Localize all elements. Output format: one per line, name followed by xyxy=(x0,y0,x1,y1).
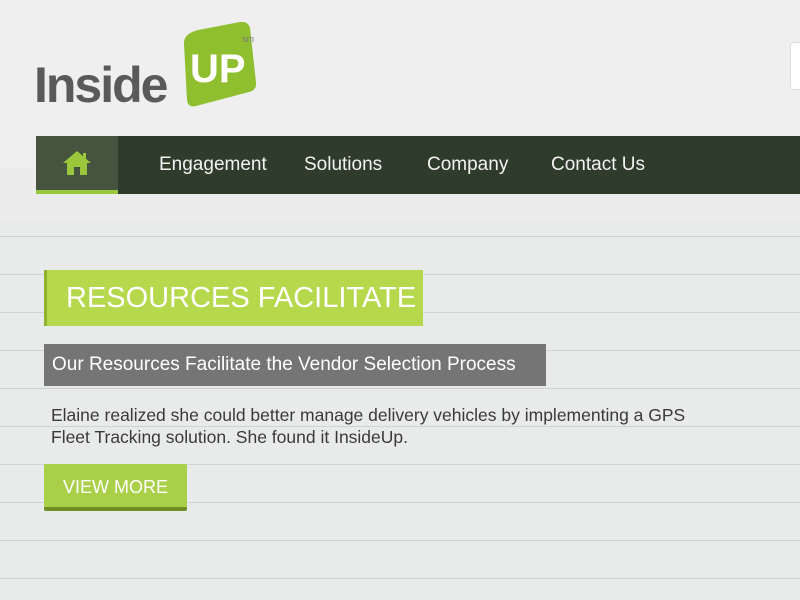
header-search-box[interactable] xyxy=(790,42,800,90)
hero-banner: RESOURCES FACILITATE Our Resources Facil… xyxy=(0,218,800,600)
brick-line xyxy=(0,236,800,237)
logo-wordmark: Inside xyxy=(34,57,168,113)
hero-badge: RESOURCES FACILITATE xyxy=(44,270,423,326)
nav-item-company[interactable]: Company xyxy=(427,153,508,177)
brick-line xyxy=(0,388,800,389)
view-more-label: VIEW MORE xyxy=(62,477,168,497)
nav-home-button[interactable] xyxy=(36,136,118,194)
hero-body-line: Elaine realized she could better manage … xyxy=(51,405,686,425)
brick-line xyxy=(0,540,800,541)
hero-subtitle-text: Our Resources Facilitate the Vendor Sele… xyxy=(52,354,516,375)
service-mark: sm xyxy=(242,34,254,44)
brick-line xyxy=(0,578,800,579)
hero-subtitle: Our Resources Facilitate the Vendor Sele… xyxy=(44,344,546,386)
hero-badge-text: RESOURCES FACILITATE xyxy=(66,282,417,314)
hero-body-text: Elaine realized she could better manage … xyxy=(51,404,751,448)
nav-item-solutions[interactable]: Solutions xyxy=(304,153,382,177)
nav-item-engagement[interactable]: Engagement xyxy=(159,153,267,177)
hero-body-line: Fleet Tracking solution. She found it In… xyxy=(51,427,409,447)
nav-item-contact-us[interactable]: Contact Us xyxy=(551,153,645,177)
insideup-logo[interactable]: Inside UP sm xyxy=(30,20,260,115)
view-more-button[interactable]: VIEW MORE xyxy=(44,464,187,511)
home-icon xyxy=(63,151,91,175)
main-nav: Engagement Solutions Company Contact Us xyxy=(36,136,800,194)
logo-badge-text: UP xyxy=(190,47,246,91)
